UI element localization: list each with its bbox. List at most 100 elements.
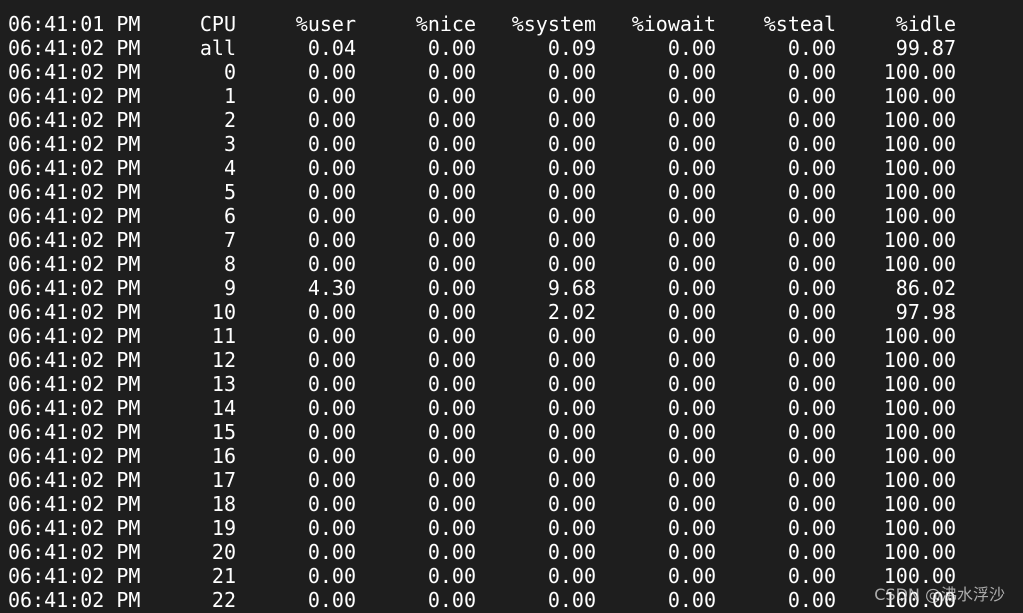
cell-idle: 100.00 [883,132,956,156]
cell-cpu: 1 [223,84,236,108]
cell-cpu: 15 [211,420,236,444]
cell-time: 06:41:02 PM [8,60,141,84]
cell-user: 0.00 [307,516,356,540]
cell-idle: 100.00 [883,324,956,348]
cell-idle: 100.00 [883,180,956,204]
cell-idle: 99.87 [895,36,956,60]
cell-steal: 0.00 [787,36,836,60]
cell-time: 06:41:02 PM [8,180,141,204]
header-time: 06:41:01 PM [8,12,141,36]
cell-steal: 0.00 [787,492,836,516]
cell-system: 0.00 [547,348,596,372]
cell-system: 0.00 [547,252,596,276]
cell-user: 0.00 [307,588,356,612]
cell-nice: 0.00 [427,564,476,588]
cell-steal: 0.00 [787,156,836,180]
cell-time: 06:41:02 PM [8,564,141,588]
cell-time: 06:41:02 PM [8,372,141,396]
cell-user: 0.00 [307,540,356,564]
cell-nice: 0.00 [427,132,476,156]
cell-steal: 0.00 [787,588,836,612]
cell-time: 06:41:02 PM [8,444,141,468]
cell-user: 4.30 [307,276,356,300]
cell-user: 0.00 [307,252,356,276]
cell-cpu: 22 [211,588,236,612]
cell-time: 06:41:02 PM [8,588,141,612]
header-user: %user [295,12,356,36]
table-row: 06:41:02 PM 11 0.00 0.00 0.00 0.00 0.00 100.00 [8,324,1023,348]
cell-cpu: 4 [223,156,236,180]
cell-steal: 0.00 [787,252,836,276]
cell-cpu: 5 [223,180,236,204]
cell-iowait: 0.00 [667,132,716,156]
cell-nice: 0.00 [427,252,476,276]
cell-nice: 0.00 [427,300,476,324]
cell-iowait: 0.00 [667,228,716,252]
cell-steal: 0.00 [787,84,836,108]
cell-time: 06:41:02 PM [8,132,141,156]
table-row: 06:41:02 PM 7 0.00 0.00 0.00 0.00 0.00 100.00 [8,228,1023,252]
cell-user: 0.00 [307,396,356,420]
cell-user: 0.00 [307,84,356,108]
table-row: 06:41:02 PM 14 0.00 0.00 0.00 0.00 0.00 100.00 [8,396,1023,420]
cell-steal: 0.00 [787,516,836,540]
cell-time: 06:41:02 PM [8,228,141,252]
cell-cpu: 2 [223,108,236,132]
cell-nice: 0.00 [427,492,476,516]
cell-system: 0.00 [547,324,596,348]
table-row: 06:41:02 PM 0 0.00 0.00 0.00 0.00 0.00 100.00 [8,60,1023,84]
cell-time: 06:41:02 PM [8,516,141,540]
cell-iowait: 0.00 [667,396,716,420]
cell-nice: 0.00 [427,60,476,84]
cell-iowait: 0.00 [667,252,716,276]
cell-iowait: 0.00 [667,36,716,60]
header-system: %system [511,12,596,36]
cell-time: 06:41:02 PM [8,420,141,444]
table-row: 06:41:02 PM 8 0.00 0.00 0.00 0.00 0.00 100.00 [8,252,1023,276]
cell-nice: 0.00 [427,588,476,612]
cell-user: 0.00 [307,156,356,180]
cell-idle: 100.00 [883,516,956,540]
cell-iowait: 0.00 [667,300,716,324]
cell-steal: 0.00 [787,468,836,492]
cell-idle: 100.00 [883,420,956,444]
cell-time: 06:41:02 PM [8,204,141,228]
cell-cpu: all [199,36,236,60]
cell-system: 0.00 [547,204,596,228]
cell-system: 0.00 [547,372,596,396]
cell-system: 0.00 [547,492,596,516]
table-row: 06:41:02 PM 22 0.00 0.00 0.00 0.00 0.00 100.00 [8,588,1023,612]
cell-nice: 0.00 [427,108,476,132]
cell-cpu: 16 [211,444,236,468]
cell-idle: 100.00 [883,84,956,108]
cell-system: 0.00 [547,132,596,156]
cell-idle: 100.00 [883,372,956,396]
cell-steal: 0.00 [787,228,836,252]
cell-steal: 0.00 [787,276,836,300]
cell-nice: 0.00 [427,180,476,204]
cell-nice: 0.00 [427,204,476,228]
cell-user: 0.00 [307,468,356,492]
cell-cpu: 20 [211,540,236,564]
cell-nice: 0.00 [427,348,476,372]
cell-cpu: 19 [211,516,236,540]
terminal-window[interactable]: 06:41:01 PM CPU %user %nice %system %iow… [0,0,1023,613]
cell-system: 0.09 [547,36,596,60]
cell-user: 0.00 [307,348,356,372]
cell-nice: 0.00 [427,156,476,180]
cell-nice: 0.00 [427,36,476,60]
cell-system: 0.00 [547,156,596,180]
cell-user: 0.00 [307,492,356,516]
cell-user: 0.00 [307,132,356,156]
cell-cpu: 10 [211,300,236,324]
cell-iowait: 0.00 [667,348,716,372]
stats-rows: 06:41:02 PM all 0.04 0.00 0.09 0.00 0.00 99.87 0… [8,36,1023,612]
table-row: 06:41:02 PM 5 0.00 0.00 0.00 0.00 0.00 100.00 [8,180,1023,204]
cell-user: 0.00 [307,60,356,84]
cell-cpu: 8 [223,252,236,276]
header-iowait: %iowait [631,12,716,36]
cell-time: 06:41:02 PM [8,468,141,492]
table-row: 06:41:02 PM 16 0.00 0.00 0.00 0.00 0.00 100.00 [8,444,1023,468]
cell-system: 0.00 [547,396,596,420]
table-row: 06:41:02 PM 13 0.00 0.00 0.00 0.00 0.00 100.00 [8,372,1023,396]
